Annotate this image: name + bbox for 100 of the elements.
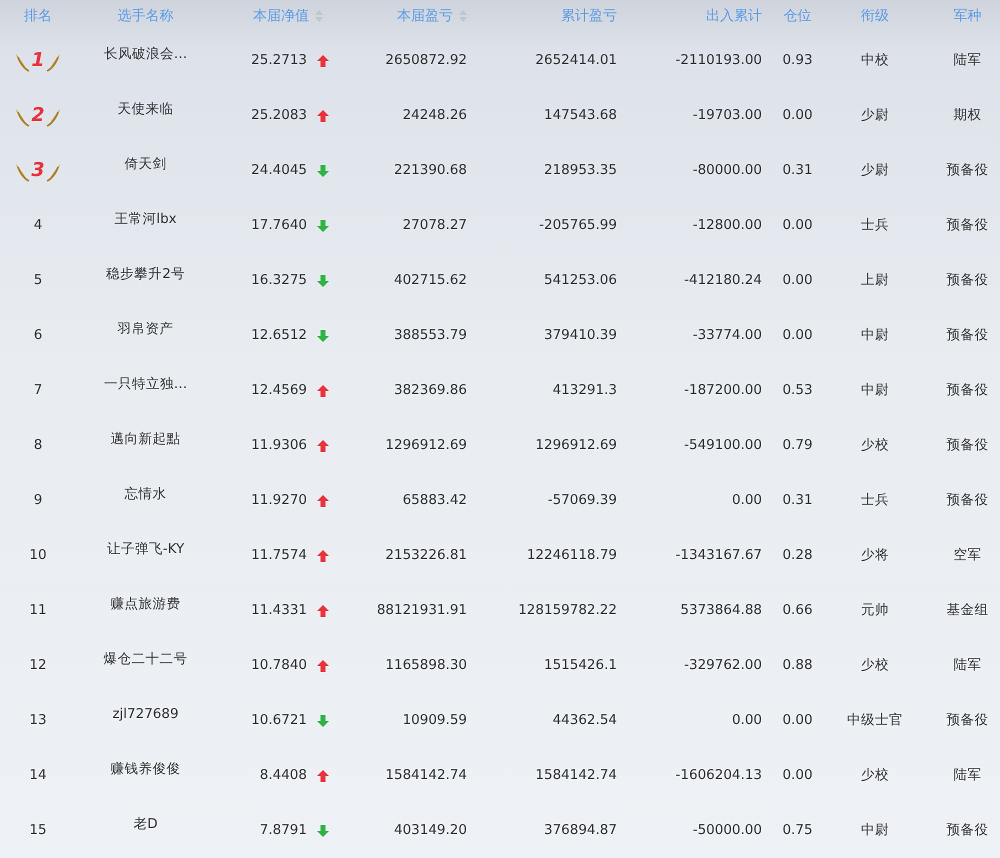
period-profit: 382369.86 bbox=[394, 381, 467, 400]
column-header: 出入累计 bbox=[706, 7, 762, 26]
position-ratio: 0.75 bbox=[782, 821, 813, 840]
rank-number: 11 bbox=[29, 601, 47, 620]
net-value: 24.4045 bbox=[251, 161, 307, 180]
position-ratio: 0.88 bbox=[782, 656, 813, 676]
position-ratio: 0.28 bbox=[782, 546, 813, 566]
player-name: 羽帛资产 bbox=[118, 320, 174, 340]
player-name: 让子弹飞-KY bbox=[106, 540, 184, 560]
branch-name: 预备役 bbox=[946, 491, 988, 510]
rank-number: 12 bbox=[29, 656, 47, 676]
column-sort-header[interactable]: 本届盈亏 bbox=[397, 6, 453, 27]
player-name: zjl727689 bbox=[112, 705, 179, 724]
rank-number: 10 bbox=[29, 546, 47, 566]
rank-title: 士兵 bbox=[861, 216, 889, 236]
position-ratio: 0.31 bbox=[782, 161, 813, 180]
position-ratio: 0.53 bbox=[782, 381, 813, 400]
position-ratio: 0.00 bbox=[782, 326, 813, 346]
period-profit: 65883.42 bbox=[402, 491, 467, 510]
total-profit: 1296912.69 bbox=[535, 436, 617, 456]
rank-number: 1 bbox=[31, 51, 45, 70]
position-ratio: 0.93 bbox=[782, 51, 813, 70]
cash-flow-total: 0.00 bbox=[732, 711, 762, 730]
branch-name: 预备役 bbox=[946, 271, 988, 290]
position-ratio: 0.66 bbox=[782, 601, 813, 620]
rank-title: 少校 bbox=[861, 656, 889, 676]
player-name: 爆仓二十二号 bbox=[104, 650, 188, 670]
net-value: 8.4408 bbox=[260, 766, 307, 786]
net-value: 11.4331 bbox=[251, 601, 307, 620]
rank-number: 5 bbox=[34, 271, 42, 290]
period-profit: 388553.79 bbox=[394, 326, 467, 346]
cash-flow-total: -187200.00 bbox=[684, 381, 762, 400]
position-ratio: 0.00 bbox=[782, 216, 813, 236]
total-profit: -205765.99 bbox=[539, 216, 617, 236]
column-header: 仓位 bbox=[784, 7, 812, 26]
cash-flow-total: -50000.00 bbox=[692, 821, 762, 840]
branch-name: 陆军 bbox=[954, 51, 982, 70]
rank-title: 元帅 bbox=[861, 601, 889, 620]
cash-flow-total: 5373864.88 bbox=[680, 601, 762, 620]
rank-number: 8 bbox=[34, 436, 42, 456]
total-profit: 2652414.01 bbox=[535, 51, 617, 70]
net-value: 10.6721 bbox=[251, 711, 307, 730]
rank-title: 中尉 bbox=[861, 381, 889, 400]
player-name: 天使来临 bbox=[118, 100, 174, 120]
rank-title: 中尉 bbox=[861, 326, 889, 346]
net-value: 12.6512 bbox=[251, 326, 307, 346]
position-ratio: 0.00 bbox=[782, 711, 813, 730]
rank-number: 13 bbox=[29, 711, 47, 730]
player-name: 赚点旅游费 bbox=[110, 595, 180, 614]
net-value: 17.7640 bbox=[251, 216, 307, 236]
rank-number: 6 bbox=[34, 326, 42, 346]
net-value: 11.9306 bbox=[251, 436, 307, 456]
rank-title: 少尉 bbox=[861, 161, 889, 180]
column-sort-header[interactable]: 本届净值 bbox=[253, 6, 309, 27]
branch-name: 基金组 bbox=[946, 601, 988, 620]
cash-flow-total: -19703.00 bbox=[692, 106, 762, 126]
cash-flow-total: -2110193.00 bbox=[676, 51, 762, 70]
player-name: 赚钱养俊俊 bbox=[110, 760, 180, 780]
position-ratio: 0.00 bbox=[782, 106, 813, 126]
total-profit: 541253.06 bbox=[544, 271, 617, 290]
total-profit: 379410.39 bbox=[544, 326, 617, 346]
player-name: 稳步攀升2号 bbox=[106, 265, 185, 284]
position-ratio: 0.31 bbox=[782, 491, 813, 510]
player-name: 倚天剑 bbox=[124, 155, 166, 174]
cash-flow-total: -33774.00 bbox=[692, 326, 762, 346]
rank-title: 士兵 bbox=[861, 491, 889, 510]
position-ratio: 0.00 bbox=[782, 271, 813, 290]
period-profit: 1165898.30 bbox=[385, 656, 467, 676]
period-profit: 24248.26 bbox=[402, 106, 467, 126]
total-profit: -57069.39 bbox=[548, 491, 617, 510]
rank-title: 中校 bbox=[861, 51, 889, 70]
branch-name: 预备役 bbox=[946, 381, 988, 400]
total-profit: 12246118.79 bbox=[526, 546, 617, 566]
total-profit: 376894.87 bbox=[544, 821, 617, 840]
cash-flow-total: -1606204.13 bbox=[676, 766, 762, 786]
branch-name: 预备役 bbox=[946, 216, 988, 236]
cash-flow-total: -549100.00 bbox=[684, 436, 762, 456]
branch-name: 空军 bbox=[954, 546, 982, 566]
player-name: 老D bbox=[133, 815, 158, 834]
player-name: 王常河lbx bbox=[114, 210, 177, 230]
net-value: 25.2713 bbox=[251, 51, 307, 70]
period-profit: 221390.68 bbox=[394, 161, 467, 180]
cash-flow-total: -412180.24 bbox=[684, 271, 762, 290]
rank-title: 少尉 bbox=[861, 106, 889, 126]
column-header: 选手名称 bbox=[118, 7, 174, 26]
period-profit: 1296912.69 bbox=[385, 436, 467, 456]
cash-flow-total: -80000.00 bbox=[692, 161, 762, 180]
branch-name: 预备役 bbox=[946, 326, 988, 346]
rank-number: 7 bbox=[34, 381, 42, 400]
rank-number: 3 bbox=[31, 161, 45, 180]
net-value: 12.4569 bbox=[251, 381, 307, 400]
period-profit: 403149.20 bbox=[394, 821, 467, 840]
rank-number: 4 bbox=[34, 216, 42, 236]
period-profit: 27078.27 bbox=[402, 216, 467, 236]
total-profit: 1584142.74 bbox=[535, 766, 617, 786]
rank-title: 中尉 bbox=[861, 821, 889, 840]
column-header: 累计盈亏 bbox=[561, 7, 617, 26]
cash-flow-total: 0.00 bbox=[732, 491, 762, 510]
net-value: 25.2083 bbox=[251, 106, 307, 126]
rank-number: 14 bbox=[29, 766, 47, 786]
